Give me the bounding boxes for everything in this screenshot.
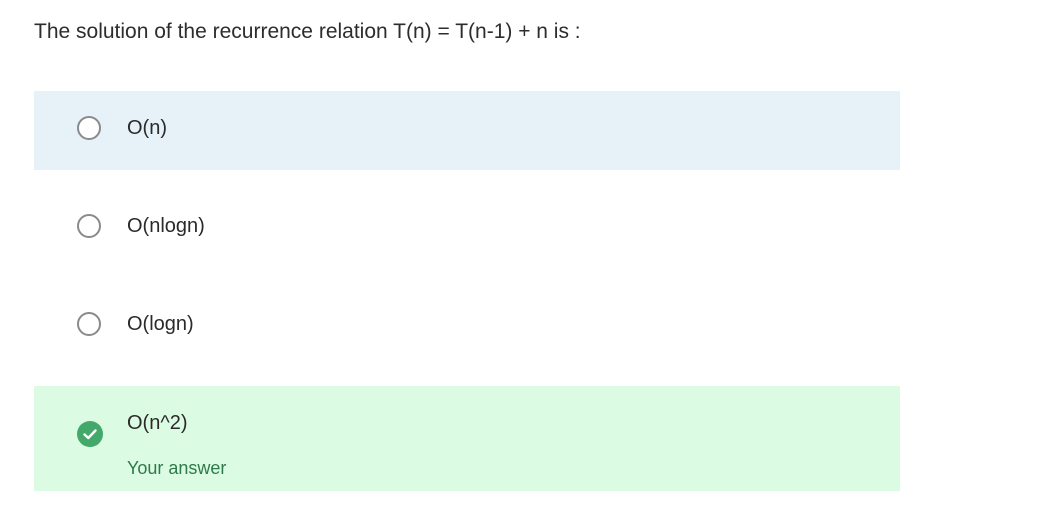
radio-circle-icon[interactable] <box>77 214 101 238</box>
your-answer-feedback: Your answer <box>127 458 227 478</box>
answer-option-label: O(logn) <box>127 313 194 335</box>
radio-circle-icon[interactable] <box>77 312 101 336</box>
answer-option-label: O(nlogn) <box>127 215 205 237</box>
answer-option-3[interactable]: O(logn) <box>34 287 900 363</box>
question-text: The solution of the recurrence relation … <box>34 20 581 43</box>
answer-option-label: O(n^2) <box>127 412 188 434</box>
answer-option-2[interactable]: O(nlogn) <box>34 189 900 263</box>
checkmark-circle-icon[interactable] <box>77 421 103 447</box>
answer-option-1[interactable]: O(n) <box>34 91 900 170</box>
answer-option-4[interactable]: O(n^2) Your answer <box>34 386 900 491</box>
answer-option-label: O(n) <box>127 117 167 139</box>
radio-circle-icon[interactable] <box>77 116 101 140</box>
